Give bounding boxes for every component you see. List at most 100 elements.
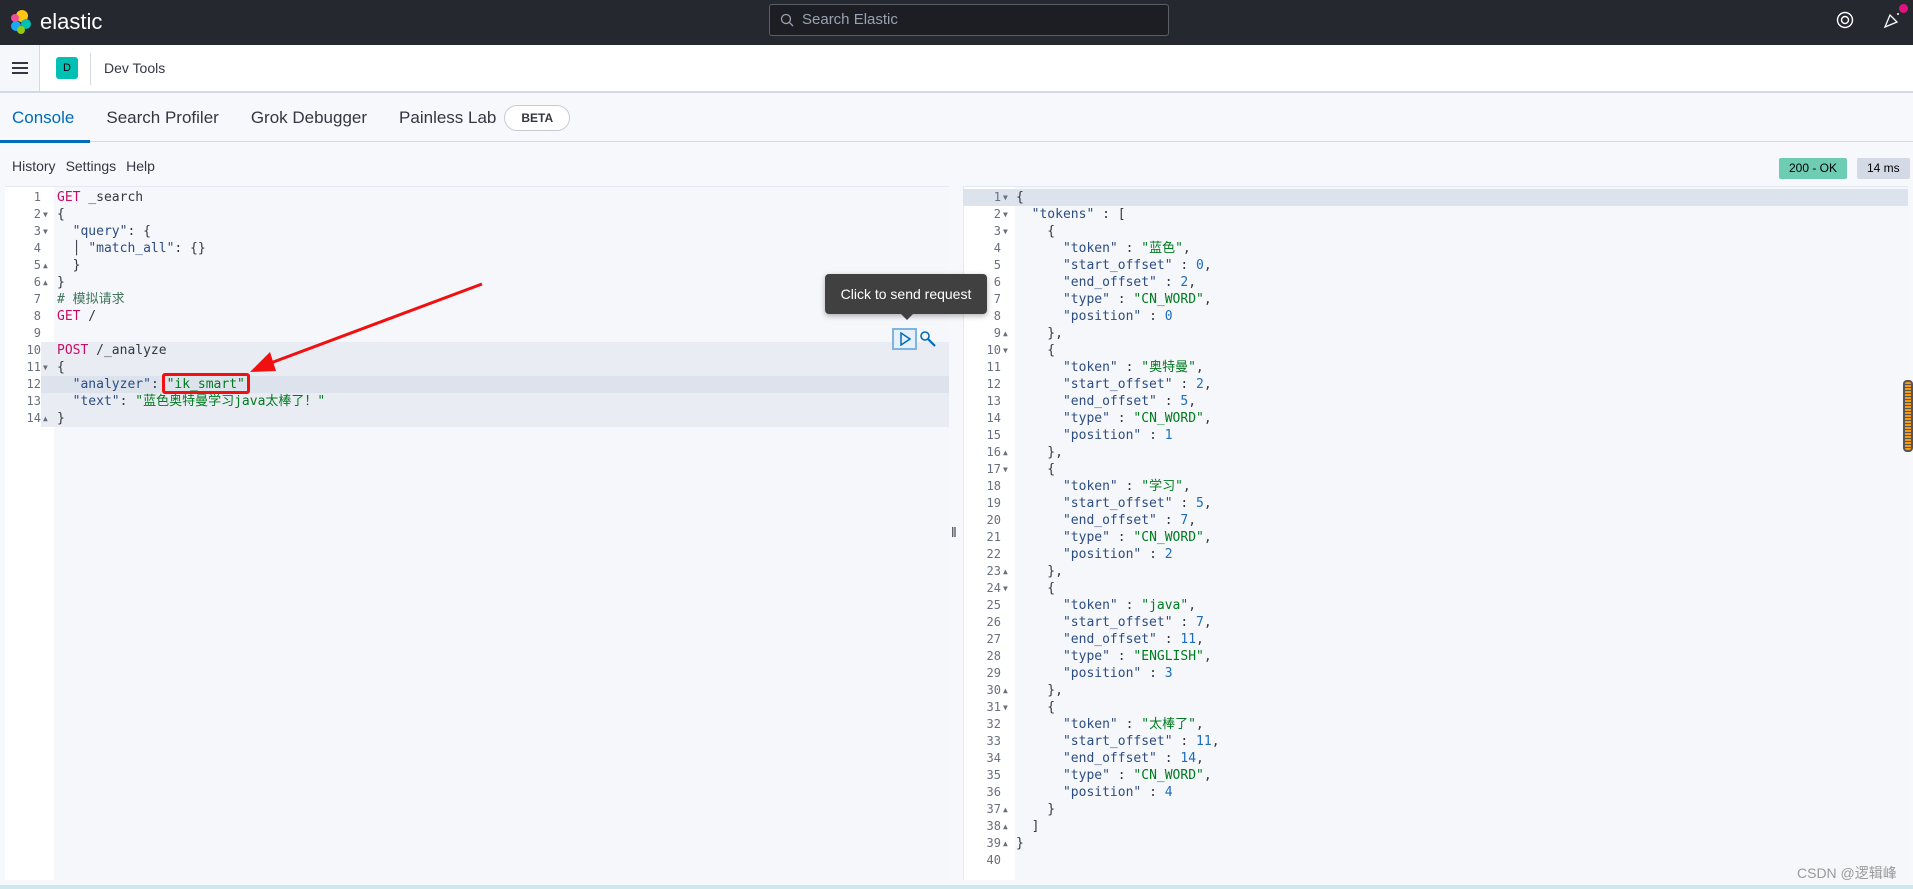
code-text: POST /_analyze: [57, 342, 167, 359]
space-avatar[interactable]: D: [56, 57, 78, 79]
code-text: "token" : "太棒了",: [1016, 716, 1204, 733]
code-line: 6 ▲}: [5, 274, 949, 291]
fold-open-icon[interactable]: ▼: [43, 206, 48, 223]
fold-close-icon[interactable]: ▲: [43, 257, 48, 274]
line-number: 23: [986, 564, 1001, 578]
fold-open-icon[interactable]: ▼: [1003, 461, 1008, 478]
top-header: elastic Search Elastic: [0, 0, 1913, 45]
token-punc: },: [1016, 445, 1063, 460]
fold-close-icon[interactable]: ▲: [43, 274, 48, 291]
token-punc: : [: [1094, 207, 1126, 222]
code-text: },: [1016, 563, 1063, 580]
history-link[interactable]: History: [12, 158, 56, 174]
token-key: "start_offset": [1062, 377, 1173, 392]
line-number: 12: [986, 377, 1001, 391]
fold-close-icon[interactable]: ▲: [43, 410, 48, 427]
fold-close-icon[interactable]: ▲: [1003, 818, 1008, 835]
fold-open-icon[interactable]: ▼: [43, 223, 48, 240]
token-key: "tokens": [1031, 207, 1095, 222]
fold-open-icon[interactable]: ▼: [1003, 206, 1008, 223]
fold-close-icon[interactable]: ▲: [1003, 682, 1008, 699]
code-line: 11 ▼ {: [5, 359, 949, 376]
code-text: "type" : "CN_WORD",: [1016, 767, 1212, 784]
token-str: "CN_WORD": [1133, 530, 1204, 545]
token-key: "end_offset": [1062, 513, 1157, 528]
line-number: 31: [986, 700, 1001, 714]
fold-close-icon[interactable]: ▲: [1003, 563, 1008, 580]
search-input[interactable]: Search Elastic: [769, 4, 1169, 36]
help-link[interactable]: Help: [126, 158, 155, 174]
menu-button[interactable]: [0, 45, 40, 91]
line-number: 37: [986, 802, 1001, 816]
token-punc: :: [1172, 258, 1197, 273]
tab-grok-debugger[interactable]: Grok Debugger: [251, 93, 367, 142]
token-punc: :: [1109, 292, 1134, 307]
code-text: "start_offset" : 7,: [1016, 614, 1212, 631]
fold-open-icon[interactable]: ▼: [1003, 699, 1008, 716]
fold-close-icon[interactable]: ▲: [1003, 325, 1008, 342]
fold-close-icon[interactable]: ▲: [1003, 444, 1008, 461]
token-num: 5: [1196, 496, 1204, 511]
request-code-lines[interactable]: 1 GET _search 2 ▼{3 ▼ "query": {4 │ "match_a…: [5, 189, 949, 427]
fold-open-icon[interactable]: ▼: [1003, 580, 1008, 597]
token-method: GET: [57, 190, 81, 205]
code-text: {: [1016, 699, 1055, 716]
token-str: "学习": [1141, 479, 1183, 494]
code-line: 1 ▼ {: [963, 189, 1908, 206]
fold-open-icon[interactable]: ▼: [1003, 189, 1008, 206]
code-line: 25 "token" : "java",: [963, 597, 1908, 614]
token-punc: ,: [1196, 751, 1204, 766]
brand-name: elastic: [40, 9, 103, 34]
token-str: "蓝色": [1141, 241, 1183, 256]
status-badge: 200 - OK: [1779, 158, 1848, 179]
token-punc: ,: [1195, 717, 1204, 732]
token-key: "start_offset": [1062, 496, 1173, 511]
code-text: "end_offset" : 7,: [1016, 512, 1196, 529]
tab-console[interactable]: Console: [0, 93, 91, 143]
send-request-button[interactable]: [892, 328, 917, 350]
line-number: 30: [986, 683, 1001, 697]
tab-painless-lab[interactable]: Painless Lab BETA: [399, 93, 571, 142]
code-line: 10 POST /_analyze: [5, 342, 949, 359]
fold-open-icon[interactable]: ▼: [1003, 223, 1008, 240]
fold-open-icon[interactable]: ▼: [43, 359, 48, 376]
token-punc: {: [1016, 224, 1056, 239]
token-punc: :: [1109, 768, 1134, 783]
code-line: 4 │ "match_all": {}: [5, 240, 949, 257]
code-text: "end_offset" : 14,: [1016, 750, 1204, 767]
line-number: 18: [986, 479, 1001, 493]
token-key: "match_all": [88, 241, 175, 256]
line-number: 34: [986, 751, 1001, 765]
token-key: "start_offset": [1062, 615, 1173, 630]
code-text: "query": {: [57, 223, 151, 240]
settings-link[interactable]: Settings: [66, 158, 117, 174]
notification-dot: [1899, 4, 1908, 13]
fold-open-icon[interactable]: ▼: [1003, 342, 1008, 359]
help-lifebuoy-icon[interactable]: [1836, 11, 1854, 29]
news-cheer-icon[interactable]: [1883, 11, 1901, 29]
token-str: "ENGLISH": [1133, 649, 1204, 664]
fold-close-icon[interactable]: ▲: [1003, 801, 1008, 818]
token-punc: [1016, 632, 1063, 647]
code-line: 10 ▼ {: [963, 342, 1908, 359]
token-path: _search: [80, 190, 144, 205]
wrench-icon[interactable]: [919, 330, 937, 348]
response-scrollbar[interactable]: [1903, 380, 1913, 452]
pane-resize-handle[interactable]: ‖: [951, 524, 957, 540]
fold-close-icon[interactable]: ▲: [1003, 835, 1008, 852]
breadcrumb[interactable]: Dev Tools: [104, 60, 165, 76]
token-num: 2: [1196, 377, 1204, 392]
code-line: 9 ▲ },: [963, 325, 1908, 342]
token-punc: [1016, 377, 1063, 392]
annotation-highlight-box: [162, 373, 250, 394]
elastic-logo[interactable]: elastic: [8, 9, 102, 35]
line-number: 11: [5, 359, 41, 376]
tab-search-profiler[interactable]: Search Profiler: [106, 93, 218, 142]
token-key: "position": [1062, 666, 1142, 681]
request-editor[interactable]: 1 GET _search 2 ▼{3 ▼ "query": {4 │ "match_a…: [5, 186, 949, 880]
token-punc: :: [1172, 377, 1197, 392]
token-punc: :: [1172, 496, 1197, 511]
line-number: 26: [986, 615, 1001, 629]
line-number: 28: [986, 649, 1001, 663]
response-viewer[interactable]: 1 ▼{2 ▼ "tokens" : [3 ▼ {4 "token" : "蓝色", 5…: [963, 186, 1908, 880]
